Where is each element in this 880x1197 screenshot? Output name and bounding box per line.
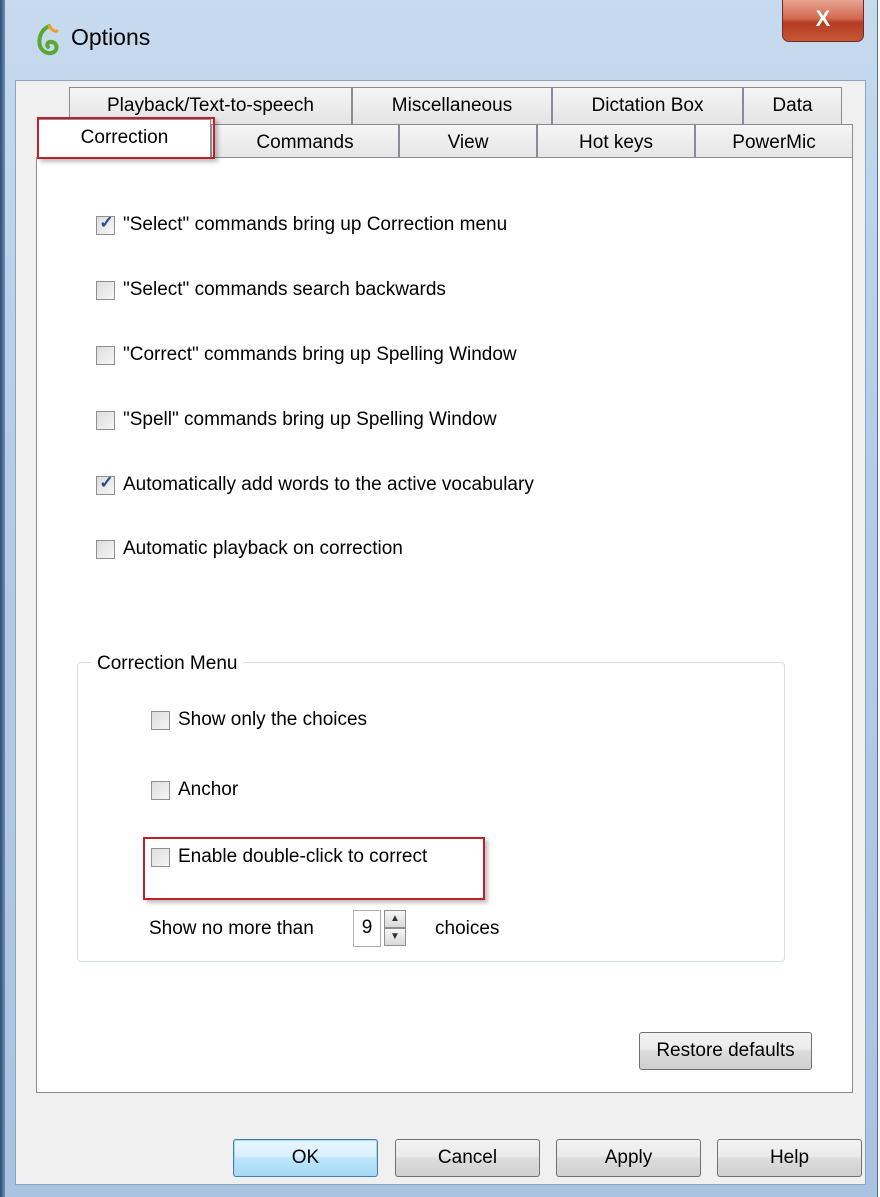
- correction-menu-group: [77, 662, 785, 962]
- max-choices-input[interactable]: 9: [353, 910, 381, 947]
- checkbox[interactable]: [96, 410, 115, 430]
- checkbox[interactable]: [96, 345, 115, 365]
- dragon-app-icon: [37, 24, 59, 56]
- checkmark-icon: ✓: [99, 212, 114, 232]
- dialog-body: Playback/Text-to-speech Miscellaneous Di…: [15, 80, 866, 1185]
- ok-button[interactable]: OK: [233, 1139, 378, 1177]
- option-label: Automatically add words to the active vo…: [123, 474, 534, 495]
- option-label: Automatic playback on correction: [123, 538, 403, 559]
- tab-label: View: [447, 132, 489, 153]
- tab-label: Data: [772, 95, 813, 116]
- option-label: "Select" commands bring up Correction me…: [123, 214, 508, 235]
- option-label: "Correct" commands bring up Spelling Win…: [123, 344, 517, 365]
- title-bar[interactable]: Options: [5, 0, 876, 80]
- checkbox[interactable]: [151, 780, 170, 800]
- checkbox[interactable]: ✓: [96, 212, 115, 235]
- close-button[interactable]: X: [782, 0, 864, 42]
- tab-commands[interactable]: Commands: [211, 124, 399, 161]
- option-label: Anchor: [178, 779, 239, 800]
- tab-hot-keys[interactable]: Hot keys: [537, 124, 695, 161]
- option-auto-playback[interactable]: Automatic playback on correction: [96, 538, 403, 560]
- max-choices-prefix: Show no more than: [149, 918, 314, 939]
- close-icon: X: [815, 6, 831, 31]
- checkmark-icon: ✓: [99, 472, 114, 492]
- tab-label: Correction: [80, 127, 169, 148]
- checkbox[interactable]: [151, 847, 170, 867]
- checkbox[interactable]: [96, 539, 115, 559]
- option-select-brings-correction-menu[interactable]: ✓ "Select" commands bring up Correction …: [96, 212, 508, 236]
- tab-view[interactable]: View: [399, 124, 537, 161]
- option-correct-brings-spelling-window[interactable]: "Correct" commands bring up Spelling Win…: [96, 344, 517, 366]
- apply-button[interactable]: Apply: [556, 1139, 701, 1177]
- option-auto-add-words[interactable]: ✓ Automatically add words to the active …: [96, 472, 534, 496]
- max-choices-spinner[interactable]: ▲ ▼: [384, 910, 406, 947]
- max-choices-row: Show no more than: [149, 918, 314, 940]
- tab-data[interactable]: Data: [743, 87, 842, 124]
- checkbox[interactable]: [96, 280, 115, 300]
- option-enable-double-click[interactable]: Enable double-click to correct: [151, 846, 427, 868]
- max-choices-suffix-row: choices: [435, 918, 499, 940]
- correction-menu-title: Correction Menu: [91, 653, 244, 675]
- option-spell-brings-spelling-window[interactable]: "Spell" commands bring up Spelling Windo…: [96, 409, 497, 431]
- tab-correction[interactable]: Correction: [38, 119, 211, 159]
- tab-label: Hot keys: [579, 132, 653, 153]
- tab-powermic[interactable]: PowerMic: [695, 124, 853, 161]
- background-window-edge: [0, 0, 5, 1197]
- option-label: Enable double-click to correct: [178, 846, 428, 867]
- option-show-only-choices[interactable]: Show only the choices: [151, 709, 367, 731]
- tab-miscellaneous[interactable]: Miscellaneous: [352, 87, 552, 124]
- cancel-button[interactable]: Cancel: [395, 1139, 540, 1177]
- spin-down-icon[interactable]: ▼: [384, 928, 406, 946]
- tab-label: Commands: [256, 132, 354, 153]
- tab-dictation-box[interactable]: Dictation Box: [552, 87, 743, 124]
- option-label: Show only the choices: [178, 709, 368, 730]
- option-label: "Spell" commands bring up Spelling Windo…: [123, 409, 497, 430]
- option-anchor[interactable]: Anchor: [151, 779, 238, 801]
- spin-up-icon[interactable]: ▲: [384, 910, 406, 928]
- checkbox[interactable]: ✓: [96, 472, 115, 495]
- tab-label: Dictation Box: [591, 95, 704, 116]
- help-button[interactable]: Help: [717, 1139, 862, 1177]
- restore-defaults-button[interactable]: Restore defaults: [639, 1032, 812, 1070]
- window-title: Options: [71, 24, 151, 50]
- tab-label: Miscellaneous: [391, 95, 513, 116]
- tab-label: Playback/Text-to-speech: [107, 95, 314, 116]
- tab-label: PowerMic: [732, 132, 816, 153]
- max-choices-suffix: choices: [435, 918, 500, 939]
- option-label: "Select" commands search backwards: [123, 279, 446, 300]
- checkbox[interactable]: [151, 710, 170, 730]
- option-select-search-backwards[interactable]: "Select" commands search backwards: [96, 279, 446, 301]
